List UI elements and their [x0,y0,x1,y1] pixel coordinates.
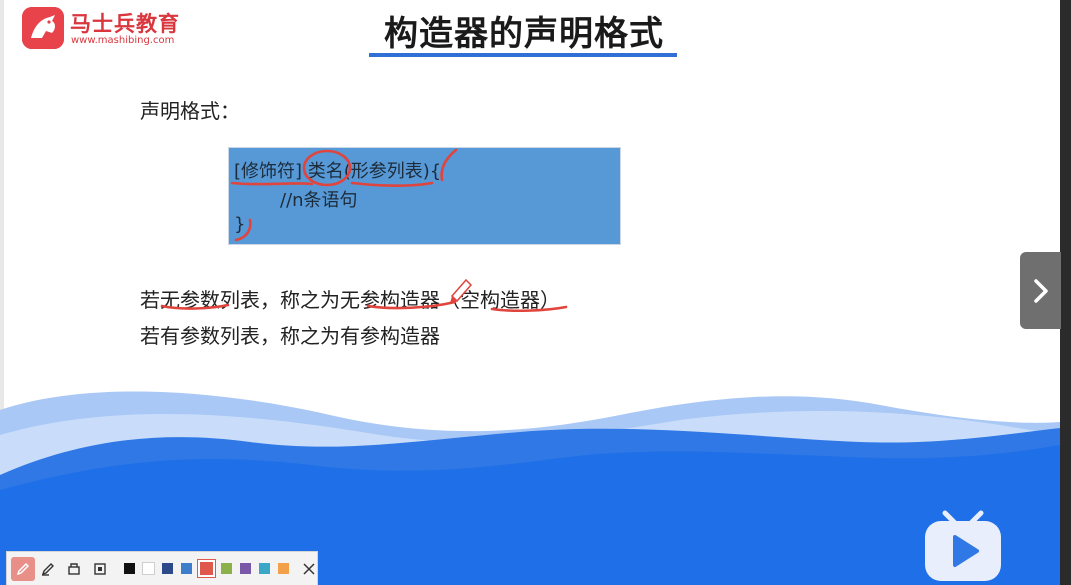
color-swatch-2[interactable] [161,563,173,574]
color-palette [120,560,293,577]
annotation-toolbar [6,551,318,585]
no-arg-constructor-text: 若无参数列表，称之为无参构造器（空构造器） [140,288,560,312]
next-slide-button[interactable] [1020,252,1061,329]
code-line-2: //n条语句 [280,190,358,211]
code-line-1: [修饰符] 类名(形参列表){ [234,161,442,182]
brand-url: www.mashibing.com [71,35,175,46]
color-swatch-1[interactable] [141,562,155,575]
clear-board-icon [94,562,106,575]
code-line-3: } [234,214,246,235]
color-swatch-6[interactable] [239,563,251,574]
slide-title: 构造器的声明格式 [384,14,664,54]
slide-canvas: 马士兵教育 www.mashibing.com 构造器的声明格式 声明格式： [… [0,0,1060,585]
color-swatch-0[interactable] [123,563,135,574]
highlighter-icon [42,562,55,576]
color-swatch-3[interactable] [180,563,192,574]
color-swatch-4[interactable] [197,560,215,577]
close-toolbar-button[interactable] [301,560,317,578]
pen-icon [16,562,29,575]
code-block: [修饰符] 类名(形参列表){ //n条语句 } [228,147,621,245]
highlighter-tool-button[interactable] [37,557,61,581]
chevron-right-icon [1033,278,1048,303]
brand-name: 马士兵教育 [70,12,180,36]
close-icon [303,562,315,575]
arg-constructor-text: 若有参数列表，称之为有参构造器 [140,324,440,348]
color-swatch-7[interactable] [258,563,270,574]
title-underline [369,53,677,57]
eraser-tool-button[interactable] [62,557,86,581]
pen-tool-button[interactable] [11,556,35,581]
window-right-edge [1060,0,1071,585]
brand-logo: 马士兵教育 www.mashibing.com [22,7,192,49]
color-swatch-5[interactable] [220,563,232,574]
eraser-icon [68,562,80,575]
color-swatch-8[interactable] [277,563,289,574]
bilibili-tv-play-icon[interactable] [921,503,1005,583]
horse-logo-icon [22,7,64,49]
clear-board-button[interactable] [88,557,112,581]
section-label: 声明格式： [140,99,240,123]
